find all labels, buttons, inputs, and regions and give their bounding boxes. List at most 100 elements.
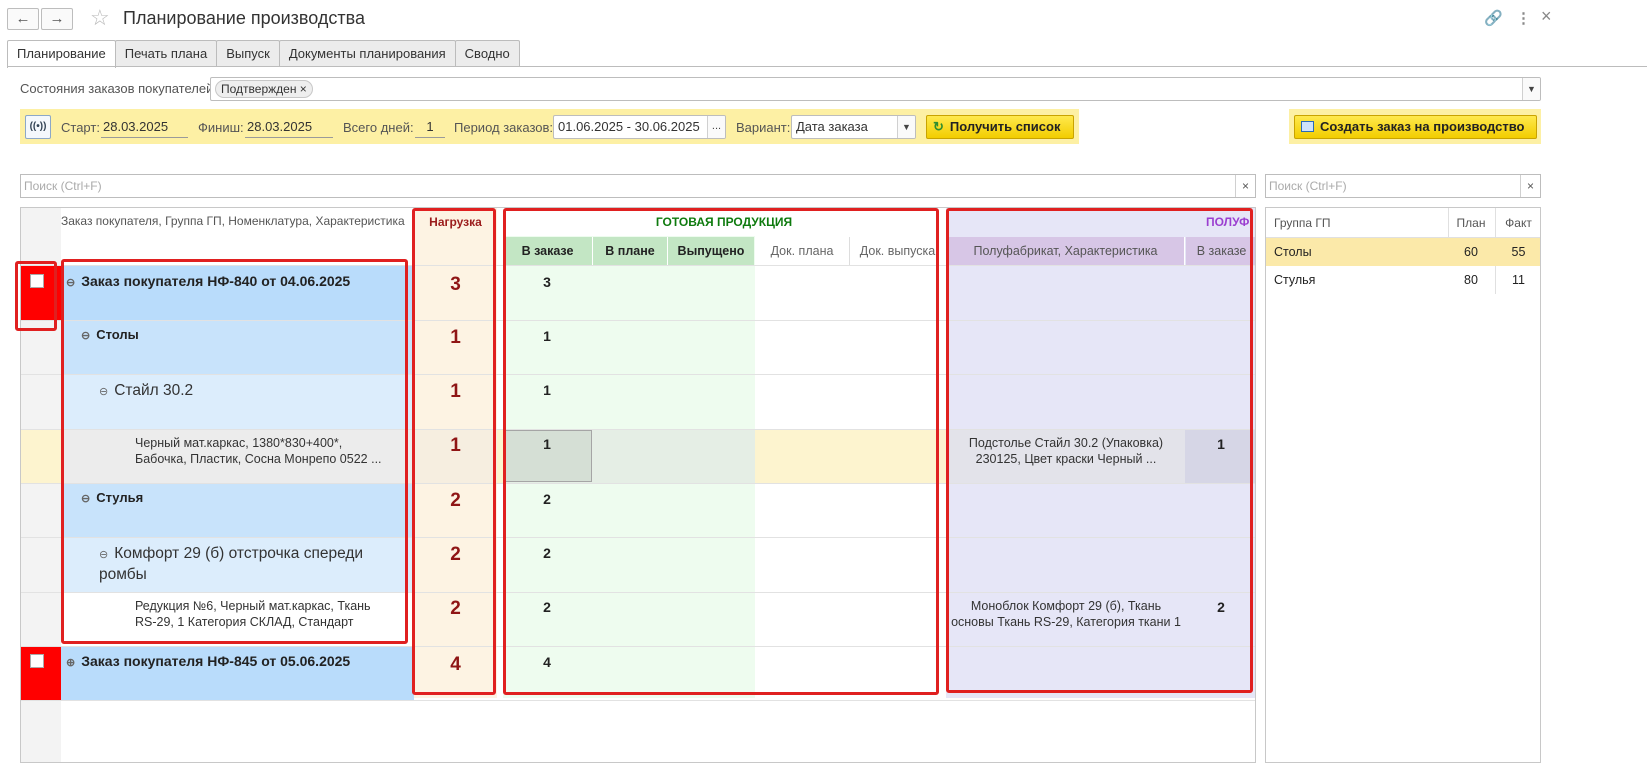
load-value: 4 [450,654,461,675]
link-icon[interactable]: 🔗 [1484,9,1503,27]
chip-remove-icon[interactable]: × [300,82,307,96]
tree-row-group[interactable]: ⊖ Стулья [81,490,143,505]
summary-header-group[interactable]: Группа ГП [1274,216,1331,230]
tree-row-item[interactable]: ⊖ Стайл 30.2 [99,382,193,400]
period-value: 01.06.2025 - 30.06.2025 [558,119,700,134]
row-divider [21,646,1255,647]
create-production-order-button[interactable]: Создать заказ на производство [1294,115,1537,139]
chevron-down-icon[interactable]: ▼ [897,116,915,138]
in-order-value: 1 [543,436,551,452]
days-label: Всего дней: [343,120,414,135]
order-checkbox-845[interactable] [30,654,44,668]
summary-search-input[interactable]: Поиск (Ctrl+F) × [1265,174,1541,198]
period-select-button[interactable]: ... [707,116,725,138]
order-title: Заказ покупателя НФ-840 от 04.06.2025 [81,273,351,289]
get-list-button[interactable]: ↻ Получить список [926,115,1074,139]
document-icon [1301,121,1314,132]
col-header-in-order[interactable]: В заказе [503,237,593,265]
finish-date-field[interactable]: 28.03.2025 [245,116,333,138]
summary-plan-value: 80 [1464,273,1478,287]
expand-icon[interactable]: ⊕ [66,657,75,669]
row-divider [21,700,1255,701]
more-menu-icon[interactable]: ⋮ [1516,9,1531,27]
status-chip[interactable]: Подтвержден × [215,80,313,98]
order-checkbox-840[interactable] [30,274,44,288]
col-header-semi-item[interactable]: Полуфабрикат, Характеристика [947,237,1185,265]
row-divider [21,320,1255,321]
col-header-doc-plan[interactable]: Док. плана [755,237,850,265]
period-field[interactable]: 01.06.2025 - 30.06.2025 ... [553,115,726,139]
finish-label: Финиш: [198,120,244,135]
load-value: 2 [450,490,461,511]
in-order-value: 1 [543,382,551,398]
collapse-icon[interactable]: ⊖ [66,277,75,289]
row-divider [21,429,1255,430]
tab-planning[interactable]: Планирование [7,40,116,68]
tab-divider [7,66,1647,67]
days-field[interactable]: 1 [415,116,445,138]
page-title: Планирование производства [123,8,366,28]
semi-in-order-value: 2 [1217,599,1225,615]
tree-row-group[interactable]: ⊖ Столы [81,327,139,342]
tree-row-characteristic[interactable]: Редукция №6, Черный мат.каркас, Ткань RS… [135,598,371,630]
col-header-doc-release[interactable]: Док. выпуска [850,237,945,265]
order-states-field[interactable]: Подтвержден × ▼ [210,77,1541,101]
col-header-in-plan[interactable]: В плане [593,237,668,265]
tree-row-characteristic[interactable]: Черный мат.каркас, 1380*830+400*, Бабочк… [135,435,382,467]
variant-select[interactable]: Дата заказа ▼ [791,115,916,139]
row-divider [21,592,1255,593]
summary-search-placeholder: Поиск (Ctrl+F) [1269,179,1347,193]
row-divider [21,374,1255,375]
col-header-load[interactable]: Нагрузка [414,215,497,229]
load-value: 1 [450,381,461,402]
close-icon[interactable]: × [1541,6,1552,27]
load-value: 2 [450,598,461,619]
collapse-icon[interactable]: ⊖ [99,386,108,398]
collapse-icon[interactable]: ⊖ [81,493,90,505]
collapse-icon[interactable]: ⊖ [99,549,108,561]
summary-group-value: Столы [1274,245,1312,259]
summary-group-value: Стулья [1274,273,1316,287]
tree-row-order[interactable]: ⊖ Заказ покупателя НФ-840 от 04.06.2025 [66,273,350,289]
summary-fact-value: 11 [1512,273,1525,287]
tab-bar: Планирование Печать плана Выпуск Докумен… [7,40,520,68]
forward-button[interactable]: → [41,8,73,30]
planning-table: Заказ покупателя, Группа ГП, Номенклатур… [20,207,1256,763]
tab-planning-docs[interactable]: Документы планирования [278,40,456,67]
summary-header-plan[interactable]: План [1448,216,1494,230]
favorite-star-icon[interactable]: ☆ [90,5,110,31]
broadcast-button[interactable]: ((•)) [25,115,51,139]
tab-summary[interactable]: Сводно [454,40,520,67]
clear-summary-search-icon[interactable]: × [1520,175,1540,197]
arrow-left-icon: ← [15,10,31,27]
chevron-down-icon[interactable]: ▼ [1522,78,1540,100]
back-button[interactable]: ← [7,8,39,30]
order-states-label: Состояния заказов покупателей: [20,81,217,96]
tree-row-order[interactable]: ⊕ Заказ покупателя НФ-845 от 05.06.2025 [66,653,350,669]
summary-header-fact[interactable]: Факт [1495,216,1540,230]
semi-item-value: Моноблок Комфорт 29 (б), Ткань основы Тк… [951,599,1181,629]
col-group-finished: ГОТОВАЯ ПРОДУКЦИЯ [655,215,793,229]
create-order-label: Создать заказ на производство [1320,119,1525,134]
load-value: 1 [450,327,461,348]
variant-label: Вариант: [736,120,791,135]
search-input[interactable]: Поиск (Ctrl+F) × [20,174,1256,198]
item-title: Комфорт 29 (б) отстрочка спереди ромбы [99,545,364,583]
clear-search-icon[interactable]: × [1235,175,1255,197]
col-header-semi-in-order[interactable]: В заказе [1186,237,1255,265]
start-date-field[interactable]: 28.03.2025 [101,116,188,138]
arrow-right-icon: → [49,10,65,27]
col-header-released[interactable]: Выпущено [668,237,754,265]
semi-item-value: Подстолье Стайл 30.2 (Упаковка) 230125, … [968,436,1164,466]
col-header-order[interactable]: Заказ покупателя, Группа ГП, Номенклатур… [61,214,406,229]
item-title: Стайл 30.2 [114,382,194,399]
tab-release[interactable]: Выпуск [216,40,280,67]
refresh-icon: ↻ [933,119,944,134]
tab-print-plan[interactable]: Печать плана [114,40,218,67]
status-chip-label: Подтвержден [221,82,297,96]
summary-plan-value: 60 [1464,245,1478,259]
tree-row-item[interactable]: ⊖ Комфорт 29 (б) отстрочка спереди ромбы [99,544,363,585]
row-divider [21,537,1255,538]
in-order-value: 2 [543,491,551,507]
collapse-icon[interactable]: ⊖ [81,330,90,342]
